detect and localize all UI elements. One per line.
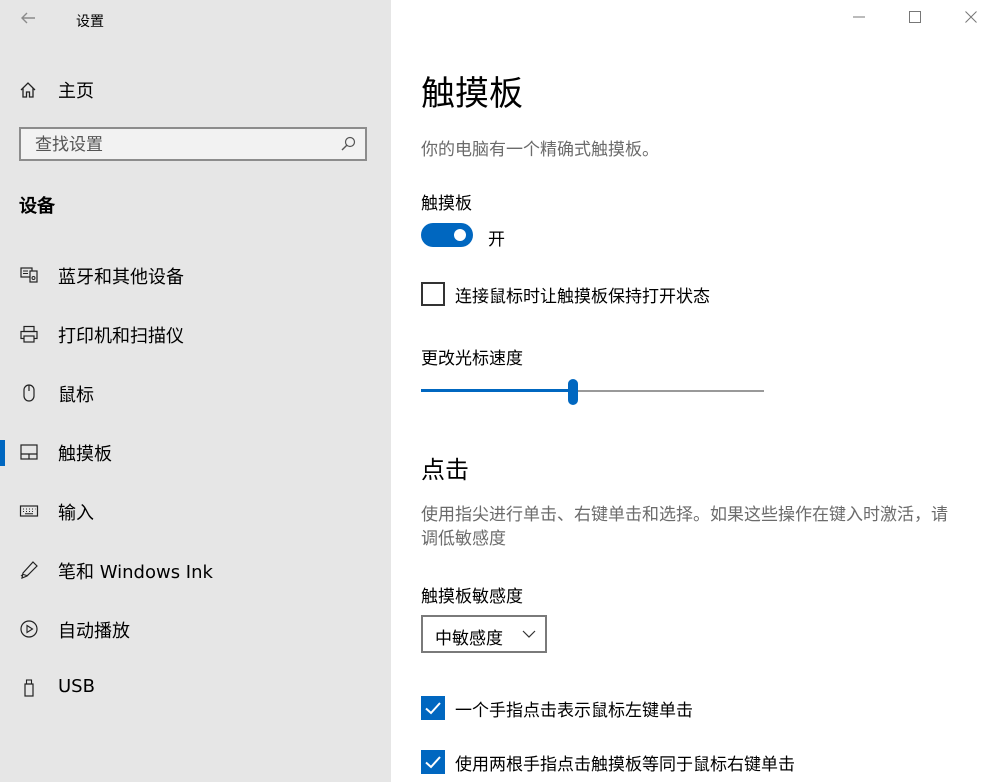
sidebar-item-printers[interactable]: 打印机和扫描仪: [0, 310, 391, 358]
sidebar-item-usb[interactable]: USB: [0, 664, 391, 712]
sidebar-item-label: 自动播放: [58, 621, 130, 642]
touchpad-toggle-label: 触摸板: [421, 194, 472, 214]
selected-indicator: [0, 440, 5, 466]
sidebar-item-label: 打印机和扫描仪: [58, 326, 184, 347]
sidebar-item-label: 触摸板: [58, 444, 112, 465]
checkmark-icon: [425, 756, 441, 769]
sensitivity-value: 中敏感度: [435, 629, 503, 649]
sensitivity-dropdown[interactable]: 中敏感度: [421, 615, 547, 653]
autoplay-icon: [20, 620, 38, 638]
close-icon: [965, 11, 977, 23]
touchpad-icon: [20, 444, 38, 460]
two-finger-tap-checkbox[interactable]: [421, 750, 445, 774]
bluetooth-devices-icon: [20, 267, 38, 283]
sidebar-home[interactable]: 主页: [18, 78, 94, 102]
page-description: 你的电脑有一个精确式触摸板。: [421, 140, 659, 160]
back-button[interactable]: [18, 8, 40, 30]
keep-on-with-mouse-checkbox[interactable]: [421, 282, 445, 306]
keyboard-icon: [19, 505, 39, 517]
search-input[interactable]: [21, 129, 347, 161]
sidebar-item-label: 笔和 Windows Ink: [58, 562, 213, 583]
cursor-speed-label: 更改光标速度: [421, 349, 523, 369]
keep-on-with-mouse-label: 连接鼠标时让触摸板保持打开状态: [455, 287, 710, 307]
sidebar-item-label: USB: [58, 676, 95, 697]
slider-thumb[interactable]: [568, 379, 578, 405]
close-button[interactable]: [961, 8, 981, 30]
taps-heading: 点击: [421, 456, 469, 484]
sidebar-item-label: 输入: [58, 503, 94, 524]
maximize-button[interactable]: [905, 8, 925, 30]
taps-description: 使用指尖进行单击、右键单击和选择。如果这些操作在键入时激活，请调低敏感度: [421, 505, 948, 549]
sidebar-home-label: 主页: [58, 81, 94, 102]
sidebar-item-label: 鼠标: [58, 385, 94, 406]
sensitivity-label: 触摸板敏感度: [421, 587, 523, 607]
one-finger-tap-checkbox[interactable]: [421, 696, 445, 720]
search-box[interactable]: [19, 127, 367, 161]
maximize-icon: [909, 11, 921, 23]
home-icon: [20, 82, 36, 98]
sidebar-item-autoplay[interactable]: 自动播放: [0, 605, 391, 653]
one-finger-tap-label: 一个手指点击表示鼠标左键单击: [455, 701, 693, 721]
sidebar-item-label: 蓝牙和其他设备: [58, 267, 184, 288]
sidebar-item-mouse[interactable]: 鼠标: [0, 369, 391, 417]
sidebar-item-pen[interactable]: 笔和 Windows Ink: [0, 546, 391, 594]
sidebar: 设置 主页 设备 蓝牙和其他设备 打印机和扫描仪: [0, 0, 391, 782]
app-title: 设置: [76, 14, 104, 30]
printer-icon: [20, 325, 38, 343]
cursor-speed-slider[interactable]: [421, 379, 764, 405]
sidebar-item-bluetooth[interactable]: 蓝牙和其他设备: [0, 251, 391, 299]
slider-fill: [421, 389, 568, 392]
arrow-left-icon: [21, 12, 35, 24]
minimize-button[interactable]: [849, 8, 869, 30]
page-title: 触摸板: [421, 74, 523, 114]
sidebar-item-typing[interactable]: 输入: [0, 487, 391, 535]
pen-icon: [20, 561, 38, 579]
sidebar-item-touchpad[interactable]: 触摸板: [0, 428, 391, 476]
usb-icon: [24, 679, 34, 697]
sidebar-section-title: 设备: [19, 196, 55, 217]
toggle-knob: [454, 229, 466, 241]
toggle-state-text: 开: [488, 230, 505, 250]
search-icon[interactable]: [339, 135, 357, 153]
touchpad-toggle[interactable]: [421, 223, 473, 247]
content-pane: 触摸板 你的电脑有一个精确式触摸板。 触摸板 开 连接鼠标时让触摸板保持打开状态…: [391, 0, 1000, 782]
mouse-icon: [23, 384, 35, 402]
two-finger-tap-label: 使用两根手指点击触摸板等同于鼠标右键单击: [455, 755, 795, 775]
checkmark-icon: [425, 702, 441, 715]
chevron-down-icon: [522, 630, 536, 638]
minimize-icon: [853, 16, 865, 18]
